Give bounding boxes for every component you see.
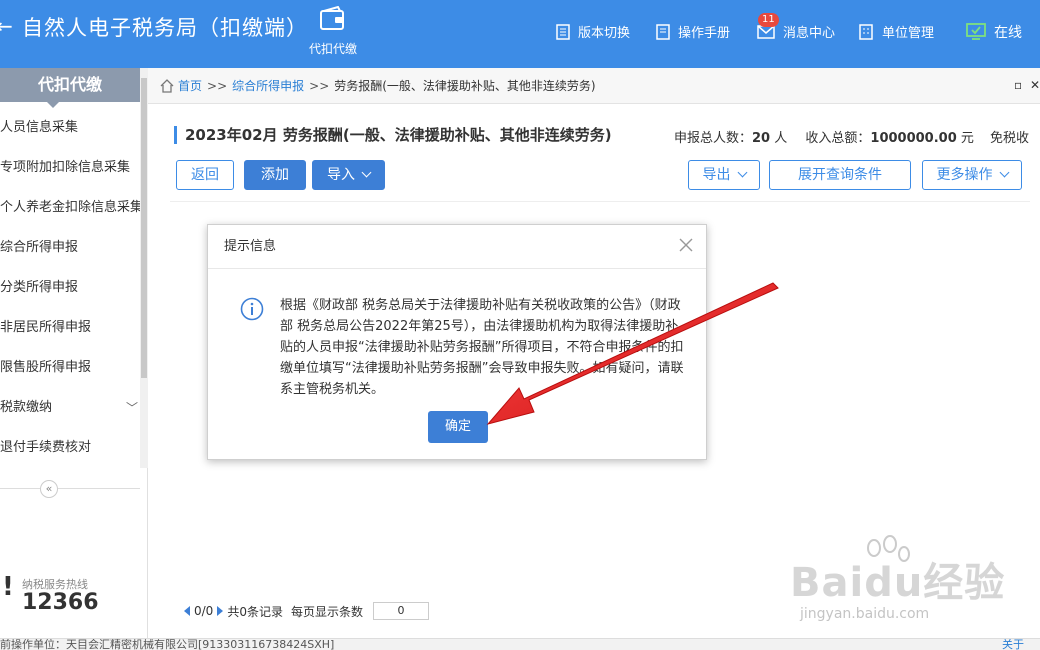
hotline: ! 纳税服务热线 12366	[0, 568, 140, 618]
app-title: 自然人电子税务局（扣缴端）	[22, 16, 308, 40]
breadcrumb: 首页 >> 综合所得申报 >> 劳务报酬(一般、法律援助补贴、其他非连续劳务) …	[148, 68, 1040, 104]
divider	[0, 488, 40, 489]
expand-query-button[interactable]: 展开查询条件	[769, 160, 911, 190]
sidebar: 代扣代缴 人员信息采集 专项附加扣除信息采集 个人养老金扣除信息采集 综合所得申…	[0, 68, 148, 650]
nav-version-switch[interactable]: 版本切换	[556, 22, 630, 41]
about-link[interactable]: 关于	[1002, 639, 1024, 650]
sidebar-item-fee-refund[interactable]: 退付手续费核对	[0, 428, 140, 468]
sidebar-menu: 人员信息采集 专项附加扣除信息采集 个人养老金扣除信息采集 综合所得申报 分类所…	[0, 108, 140, 468]
title-accent-bar	[174, 125, 177, 144]
per-page-input[interactable]: 0	[372, 602, 429, 620]
close-icon[interactable]	[678, 237, 694, 253]
breadcrumb-current: 劳务报酬(一般、法律援助补贴、其他非连续劳务)	[334, 79, 596, 93]
module-label: 代扣代缴	[308, 42, 357, 56]
nav-label: 消息中心	[783, 26, 836, 41]
status-text: 前操作单位：天目会汇精密机械有限公司[913303116738424SXH]	[0, 638, 335, 650]
maximize-icon[interactable]: ▫	[1014, 78, 1022, 92]
sidebar-item-person-info[interactable]: 人员信息采集	[0, 108, 140, 148]
export-button[interactable]: 导出	[688, 160, 760, 190]
page-indicator: 0/0	[194, 604, 214, 618]
watermark-url: jingyan.baidu.com	[800, 606, 930, 622]
exclamation-icon: !	[2, 572, 14, 602]
pager: 0/0 共0条记录 每页显示条数 0	[184, 602, 429, 620]
message-count-badge: 11	[758, 13, 779, 27]
online-status[interactable]: 在线	[966, 22, 1022, 42]
wallet-icon	[320, 6, 344, 30]
sidebar-item-nonresident-income[interactable]: 非居民所得申报	[0, 308, 140, 348]
collapse-sidebar-icon[interactable]: «	[40, 480, 58, 498]
module-tab-withholding[interactable]: 代扣代缴	[300, 4, 366, 57]
sidebar-scrollbar[interactable]	[140, 68, 148, 468]
nav-label: 操作手册	[678, 26, 731, 41]
app-header: ← 自然人电子税务局（扣缴端） 代扣代缴 版本切换 操作手册 消息中心 11 单…	[0, 0, 1040, 68]
manual-icon	[656, 23, 670, 40]
nav-label: 单位管理	[882, 26, 935, 41]
breadcrumb-level1[interactable]: 综合所得申报	[232, 77, 304, 94]
divider	[170, 201, 1030, 202]
close-tab-icon[interactable]: ✕	[1030, 78, 1040, 92]
dialog-message: 根据《财政部 税务总局关于法律援助补贴有关税收政策的公告》（财政部 税务总局公告…	[280, 298, 684, 397]
back-button[interactable]: 返回	[176, 160, 234, 190]
more-actions-button[interactable]: 更多操作	[922, 160, 1022, 190]
nav-unit-manage[interactable]: 单位管理	[858, 22, 934, 41]
watermark-logo: Baidu经验	[790, 560, 1006, 606]
page-title: 2023年02月 劳务报酬(一般、法律援助补贴、其他非连续劳务)	[185, 126, 612, 144]
info-icon	[240, 297, 264, 321]
declaration-summary: 申报总人数：20 人 收入总额：1000000.00 元 免税收	[674, 131, 1030, 146]
info-dialog: 提示信息 根据《财政部 税务总局关于法律援助补贴有关税收政策的公告》（财政部 税…	[207, 224, 707, 460]
divider	[58, 488, 140, 489]
nav-manual[interactable]: 操作手册	[656, 22, 730, 41]
breadcrumb-home[interactable]: 首页	[178, 77, 202, 94]
import-button[interactable]: 导入	[312, 160, 385, 190]
per-page-label: 每页显示条数	[290, 604, 363, 619]
prev-page-icon[interactable]	[184, 606, 190, 616]
back-arrow-icon[interactable]: ←	[0, 14, 13, 38]
sidebar-item-comprehensive-income[interactable]: 综合所得申报	[0, 228, 140, 268]
total-persons: 20	[752, 131, 771, 146]
sidebar-item-tax-payment[interactable]: 税款缴纳 ﹀	[0, 388, 140, 428]
breadcrumb-sep: >>	[207, 78, 228, 93]
hotline-number: 12366	[22, 590, 99, 615]
sidebar-item-classified-income[interactable]: 分类所得申报	[0, 268, 140, 308]
title-row: 2023年02月 劳务报酬(一般、法律援助补贴、其他非连续劳务)	[174, 124, 612, 145]
dialog-title: 提示信息	[208, 225, 706, 269]
sidebar-item-pension-deduction[interactable]: 个人养老金扣除信息采集	[0, 188, 140, 228]
scrollbar-thumb[interactable]	[141, 78, 147, 378]
confirm-button[interactable]: 确定	[428, 411, 488, 443]
home-icon	[160, 78, 174, 93]
document-icon	[556, 23, 570, 40]
caret-down-icon	[45, 100, 61, 108]
online-label: 在线	[994, 25, 1022, 41]
sidebar-item-special-deduction[interactable]: 专项附加扣除信息采集	[0, 148, 140, 188]
monitor-check-icon	[966, 23, 986, 40]
baidu-watermark: Baidu经验 jingyan.baidu.com	[790, 535, 1040, 640]
chevron-down-icon	[737, 167, 747, 178]
total-income: 1000000.00	[870, 131, 957, 146]
next-page-icon[interactable]	[217, 606, 224, 616]
breadcrumb-sep: >>	[309, 78, 330, 93]
sidebar-item-restricted-stock[interactable]: 限售股所得申报	[0, 348, 140, 388]
chevron-down-icon: ﹀	[125, 401, 138, 415]
record-count: 共0条记录	[227, 604, 283, 619]
chevron-down-icon	[999, 167, 1009, 178]
building-icon	[859, 23, 873, 40]
add-button[interactable]: 添加	[244, 160, 306, 190]
sidebar-title: 代扣代缴	[0, 68, 140, 108]
chevron-down-icon	[361, 167, 372, 178]
nav-label: 版本切换	[578, 26, 631, 41]
